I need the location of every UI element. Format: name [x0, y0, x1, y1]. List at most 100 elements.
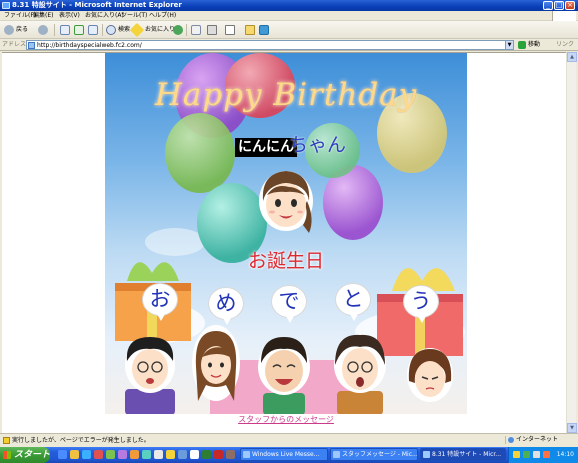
speech-bubble-to: と [335, 283, 371, 321]
quicklaunch-app-icon[interactable] [214, 450, 223, 459]
home-icon[interactable] [88, 25, 98, 35]
quicklaunch-app-icon[interactable] [118, 450, 127, 459]
staff-surprised-man-illustration [334, 334, 386, 414]
staff-longhair-woman-illustration [192, 325, 240, 401]
toolbar-separator [54, 24, 55, 36]
status-bar: 実行しましたが、ページでエラーが発生しました。 インターネット [0, 433, 578, 447]
search-button-label[interactable]: 検索 [118, 26, 130, 34]
task-label: スタッフメッセージ - Mic... [342, 451, 418, 458]
maximize-button[interactable]: □ [554, 1, 564, 10]
history-icon[interactable] [173, 25, 183, 35]
back-arrow-icon[interactable] [4, 25, 14, 35]
browser-window: 8.31 特設サイト - Microsoft Internet Explorer… [0, 0, 578, 463]
edit-icon[interactable] [225, 25, 235, 35]
staff-message-link[interactable]: スタッフからのメッセージ [105, 415, 467, 425]
favorites-star-icon[interactable] [129, 22, 145, 38]
task-messenger[interactable]: Windows Live Messe... [240, 448, 328, 461]
address-bar: アドレス(D) http://birthdayspecialweb.fc2.co… [0, 39, 578, 51]
stop-icon[interactable] [60, 25, 70, 35]
quicklaunch-folder-icon[interactable] [70, 450, 79, 459]
green-balloon [165, 113, 235, 193]
speech-bubble-o: お [142, 283, 178, 321]
toolbar: 戻る 検索 お気に入り [0, 21, 578, 39]
ie-icon [423, 451, 430, 458]
ie-icon [2, 2, 10, 9]
scroll-down-icon[interactable]: ▼ [567, 423, 577, 433]
quicklaunch-app-icon[interactable] [166, 450, 175, 459]
quicklaunch-app-icon[interactable] [154, 450, 163, 459]
close-button[interactable]: × [565, 1, 575, 10]
quicklaunch-app-icon[interactable] [190, 450, 199, 459]
speech-bubble-me: め [208, 287, 244, 325]
go-arrow-icon[interactable] [518, 41, 526, 49]
chan-suffix: ちゃん [289, 134, 347, 156]
title-bar[interactable]: 8.31 特設サイト - Microsoft Internet Explorer… [0, 0, 578, 11]
system-tray: 14:10 [508, 447, 578, 463]
menu-edit[interactable]: 編集(E) [33, 12, 53, 20]
quicklaunch-app-icon[interactable] [142, 450, 151, 459]
back-button-label[interactable]: 戻る [16, 26, 28, 34]
windows-logo-icon [552, 11, 576, 21]
links-button[interactable]: リンク [556, 41, 574, 49]
quicklaunch-desktop-icon[interactable] [82, 450, 91, 459]
quicklaunch-app-icon[interactable] [130, 450, 139, 459]
quicklaunch-app-icon[interactable] [226, 450, 235, 459]
clock[interactable]: 14:10 [557, 447, 574, 463]
forward-arrow-icon[interactable] [38, 25, 48, 35]
warning-icon[interactable] [3, 437, 10, 444]
speech-bubble-de: で [271, 285, 307, 323]
start-button[interactable]: スタート [0, 447, 50, 463]
vertical-scrollbar[interactable]: ▲ ▼ [566, 52, 577, 433]
menu-view[interactable]: 表示(V) [59, 12, 80, 20]
windows-flag-icon [3, 451, 11, 459]
address-dropdown-icon[interactable]: ▼ [505, 41, 513, 49]
menu-file[interactable]: ファイル(F) [4, 12, 36, 20]
refresh-icon[interactable] [74, 25, 84, 35]
mail-icon[interactable] [191, 25, 201, 35]
girl-face-illustration [259, 171, 313, 233]
toolbar-separator [186, 24, 187, 36]
tray-icon[interactable] [543, 451, 550, 458]
ie-icon [333, 451, 340, 458]
toolbar-separator [102, 24, 103, 36]
staff-laughing-man-illustration [258, 337, 310, 414]
speech-bubble-u: う [403, 285, 439, 323]
status-text: 実行しましたが、ページでエラーが発生しました。 [12, 437, 150, 444]
birthday-card-image: Happy Birthday にんにん ちゃん お誕生日 お め で と う [105, 53, 467, 414]
folder-icon[interactable] [245, 25, 255, 35]
favorites-button-label[interactable]: お気に入り [145, 26, 175, 34]
name-label: にんにん [235, 138, 297, 157]
window-title: 8.31 特設サイト - Microsoft Internet Explorer [12, 1, 182, 9]
tray-volume-icon[interactable] [533, 451, 540, 458]
menu-favorites[interactable]: お気に入り(A) [85, 12, 124, 20]
tray-icon[interactable] [513, 451, 520, 458]
scroll-up-icon[interactable]: ▲ [567, 52, 577, 62]
minimize-button[interactable]: _ [543, 1, 553, 10]
menu-tools[interactable]: ツール(T) [121, 12, 147, 20]
start-label: スタート [14, 450, 51, 460]
quicklaunch-app-icon[interactable] [202, 450, 211, 459]
task-label: 8.31 特設サイト - Micr... [432, 451, 502, 458]
task-special-site[interactable]: 8.31 特設サイト - Micr... [420, 448, 506, 461]
address-input[interactable]: http://birthdayspecialweb.fc2.com/ ▼ [26, 40, 514, 50]
security-zone: インターネット [505, 436, 558, 444]
staff-glasses-man-illustration [125, 337, 175, 414]
tray-icon[interactable] [523, 451, 530, 458]
staff-bob-woman-illustration [407, 348, 453, 402]
quicklaunch-app-icon[interactable] [178, 450, 187, 459]
taskbar: スタート Windows Live Messe... スタッフメッセージ - M… [0, 447, 578, 463]
page-content: Happy Birthday にんにん ちゃん お誕生日 お め で と う ス… [2, 52, 566, 433]
page-icon [28, 42, 35, 49]
happy-birthday-title: Happy Birthday [154, 77, 418, 113]
quicklaunch-media-icon[interactable] [94, 450, 103, 459]
print-icon[interactable] [207, 25, 217, 35]
task-label: Windows Live Messe... [252, 451, 320, 458]
messenger-icon[interactable] [259, 25, 269, 35]
search-icon[interactable] [106, 25, 116, 35]
address-url[interactable]: http://birthdayspecialweb.fc2.com/ [37, 41, 142, 50]
go-button[interactable]: 移動 [528, 41, 540, 49]
task-staff-message[interactable]: スタッフメッセージ - Mic... [330, 448, 418, 461]
quicklaunch-ie-icon[interactable] [58, 450, 67, 459]
menu-help[interactable]: ヘルプ(H) [149, 12, 176, 20]
quicklaunch-app-icon[interactable] [106, 450, 115, 459]
